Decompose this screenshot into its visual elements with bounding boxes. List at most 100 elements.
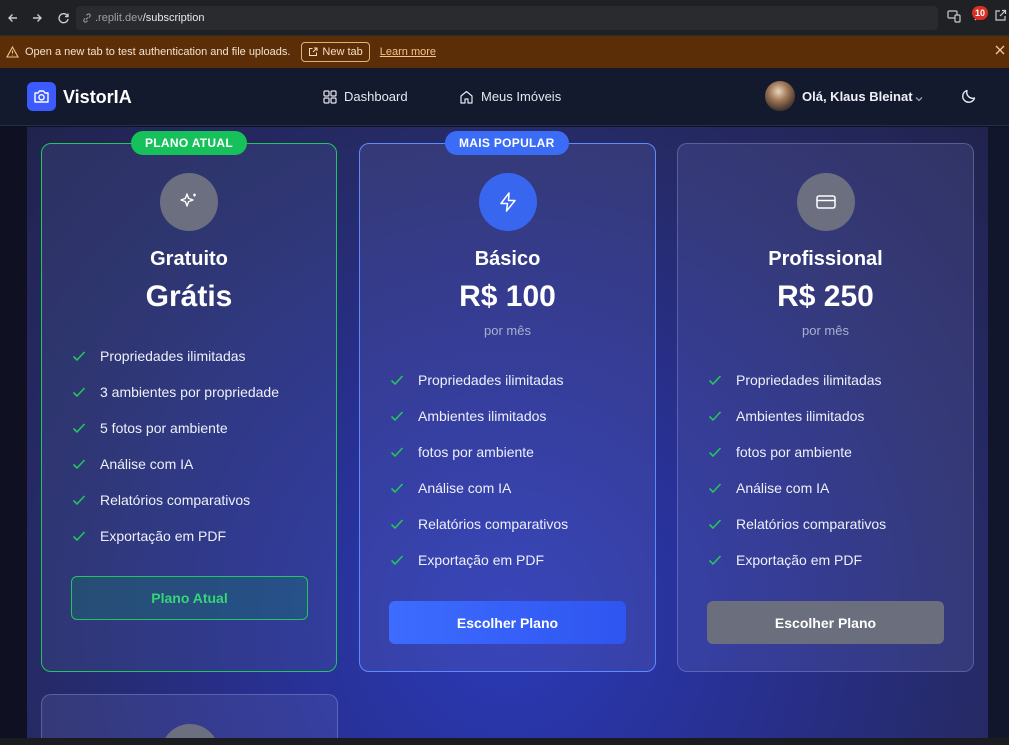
right-gutter: [988, 127, 1009, 745]
feature-item: Propriedades ilimitadas: [72, 338, 279, 374]
plan-name: Profissional: [768, 248, 883, 270]
feature-item: Ambientes ilimitados: [708, 398, 886, 434]
nav-meus-imoveis[interactable]: Meus Imóveis: [459, 89, 561, 104]
feature-item: Propriedades ilimitadas: [708, 362, 886, 398]
feature-label: Ambientes ilimitados: [736, 408, 865, 424]
feature-item: Exportação em PDF: [708, 542, 886, 578]
nav-meus-imoveis-label: Meus Imóveis: [481, 89, 562, 104]
nav-dashboard[interactable]: Dashboard: [323, 89, 408, 104]
nav-dashboard-label: Dashboard: [344, 89, 408, 104]
feature-item: Relatórios comparativos: [390, 506, 568, 542]
feature-label: Propriedades ilimitadas: [100, 348, 246, 364]
feature-item: fotos por ambiente: [708, 434, 886, 470]
check-icon: [708, 482, 736, 494]
choose-plan-button[interactable]: Escolher Plano: [389, 601, 626, 644]
avatar[interactable]: [765, 81, 795, 111]
feature-label: Exportação em PDF: [100, 528, 227, 544]
popular-badge: MAIS POPULAR: [445, 131, 569, 155]
open-external-icon[interactable]: [994, 9, 1007, 27]
plan-period: por mês: [484, 323, 531, 338]
current-plan-badge: PLANO ATUAL: [131, 131, 247, 155]
plan-price: Grátis: [145, 280, 233, 313]
window-bottom-edge: [0, 738, 1009, 745]
feature-item: 3 ambientes por propriedade: [72, 374, 279, 410]
site-info-icon[interactable]: [82, 13, 92, 23]
chevron-down-icon[interactable]: [914, 91, 924, 109]
feature-item: Exportação em PDF: [72, 518, 279, 554]
current-plan-button[interactable]: Plano Atual: [71, 576, 308, 620]
check-icon: [72, 386, 100, 398]
new-tab-button[interactable]: New tab: [301, 42, 370, 62]
feature-label: Análise com IA: [418, 480, 512, 496]
feature-item: 5 fotos por ambiente: [72, 410, 279, 446]
feature-label: Análise com IA: [100, 456, 194, 472]
notification-badge: 10: [972, 6, 989, 20]
check-icon: [72, 530, 100, 542]
check-icon: [708, 410, 736, 422]
check-icon: [390, 446, 418, 458]
devices-icon[interactable]: [947, 9, 961, 28]
feature-item: Propriedades ilimitadas: [390, 362, 568, 398]
feature-label: Análise com IA: [736, 480, 830, 496]
moon-icon[interactable]: [960, 87, 978, 110]
check-icon: [390, 518, 418, 530]
check-icon: [72, 494, 100, 506]
feature-list: Propriedades ilimitadas Ambientes ilimit…: [390, 362, 568, 578]
learn-more-link[interactable]: Learn more: [380, 46, 436, 58]
feature-label: Relatórios comparativos: [100, 492, 251, 508]
feature-item: Análise com IA: [708, 470, 886, 506]
check-icon: [390, 410, 418, 422]
check-icon: [390, 554, 418, 566]
feature-item: Ambientes ilimitados: [390, 398, 568, 434]
feature-label: 5 fotos por ambiente: [100, 420, 228, 436]
url-path: /subscription: [142, 12, 205, 24]
check-icon: [72, 422, 100, 434]
check-icon: [390, 482, 418, 494]
feature-label: Propriedades ilimitadas: [418, 372, 564, 388]
plan-name: Básico: [474, 248, 541, 270]
app-logo-text[interactable]: VistorIA: [63, 87, 132, 108]
plan-name: Gratuito: [150, 248, 228, 270]
sparkles-icon: [160, 173, 218, 231]
user-greeting[interactable]: Olá, Klaus Bleinat: [802, 89, 913, 104]
feature-item: Análise com IA: [72, 446, 279, 482]
back-icon[interactable]: [4, 9, 22, 27]
address-bar[interactable]: .replit.dev/subscription: [76, 6, 938, 30]
check-icon: [708, 374, 736, 386]
plan-price: R$ 250: [777, 280, 874, 313]
browser-toolbar: .replit.dev/subscription 10: [0, 0, 1009, 36]
banner-message: Open a new tab to test authentication an…: [25, 46, 291, 58]
grid-icon: [323, 89, 337, 104]
close-icon[interactable]: [995, 45, 1005, 58]
new-tab-label: New tab: [322, 46, 363, 58]
plan-card-profissional: Profissional R$ 250 por mês Propriedades…: [677, 143, 974, 672]
camera-icon: [27, 82, 56, 111]
feature-label: Relatórios comparativos: [736, 516, 887, 532]
forward-icon[interactable]: [28, 9, 46, 27]
feature-item: fotos por ambiente: [390, 434, 568, 470]
home-icon: [459, 90, 474, 104]
plan-price: R$ 100: [459, 280, 556, 313]
check-icon: [72, 350, 100, 362]
choose-plan-button[interactable]: Escolher Plano: [707, 601, 944, 644]
credit-card-icon: [796, 173, 855, 231]
plan-card-gratuito: PLANO ATUAL Gratuito Grátis Propriedades…: [41, 131, 337, 672]
feature-list: Propriedades ilimitadas Ambientes ilimit…: [708, 362, 886, 578]
feature-list: Propriedades ilimitadas 3 ambientes por …: [72, 338, 279, 554]
plan-period: por mês: [802, 323, 849, 338]
feature-label: Propriedades ilimitadas: [736, 372, 882, 388]
check-icon: [708, 554, 736, 566]
feature-label: fotos por ambiente: [736, 444, 852, 460]
warning-banner: Open a new tab to test authentication an…: [0, 36, 1009, 68]
feature-label: Exportação em PDF: [736, 552, 863, 568]
feature-item: Relatórios comparativos: [708, 506, 886, 542]
zap-icon: [478, 173, 537, 231]
plan-card-basico: MAIS POPULAR Básico R$ 100 por mês Propr…: [359, 131, 656, 672]
check-icon: [390, 374, 418, 386]
feature-label: 3 ambientes por propriedade: [100, 384, 280, 400]
reload-icon[interactable]: [54, 9, 72, 27]
feature-label: Exportação em PDF: [418, 552, 545, 568]
feature-item: Análise com IA: [390, 470, 568, 506]
warning-icon: [6, 46, 19, 58]
check-icon: [708, 446, 736, 458]
